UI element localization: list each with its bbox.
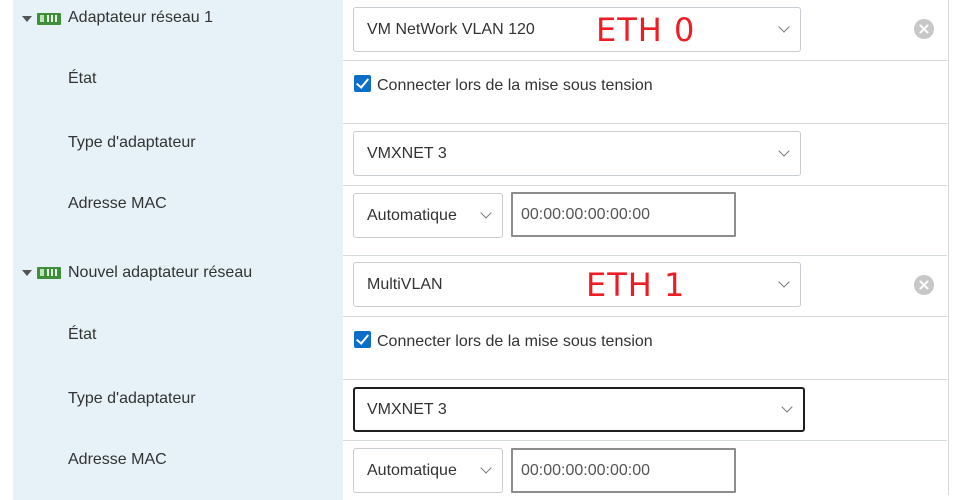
label-column [13,440,343,500]
network-select-value: MultiVLAN [367,276,443,293]
caret-down-icon[interactable] [22,270,32,276]
adapter-type-label: Type d'adaptateur [68,134,196,151]
adapter-2-type-row: Type d'adaptateur VMXNET 3 [13,379,947,441]
label-column [13,316,343,379]
connect-at-power-on-label[interactable]: Connecter lors de la mise sous tension [377,333,653,351]
mac-mode-value: Automatique [367,462,457,479]
adapter-2-type-select[interactable]: VMXNET 3 [353,387,805,432]
adapter-2-network-select[interactable]: MultiVLAN [353,262,801,307]
adapter-2-state-row: État Connecter lors de la mise sous tens… [13,316,947,380]
caret-down-icon[interactable] [22,16,32,22]
remove-icon[interactable] [914,275,934,295]
connect-at-power-on-checkbox[interactable] [354,331,371,348]
adapter-type-value: VMXNET 3 [367,401,447,418]
adapter-1-type-select[interactable]: VMXNET 3 [353,131,801,176]
label-column [13,123,343,185]
chevron-down-icon [781,401,793,413]
mac-mode-select[interactable]: Automatique [353,193,503,238]
state-label: État [68,70,97,87]
adapter-1-row: Adaptateur réseau 1 VM NetWork VLAN 120 … [13,0,947,61]
network-card-icon [37,13,61,25]
label-column [13,379,343,440]
label-column [13,185,343,255]
adapter-2-row: Nouvel adaptateur réseau MultiVLAN ETH 1 [13,255,947,317]
adapter-type-label: Type d'adaptateur [68,390,196,407]
adapter-1-mac-row: Adresse MAC Automatique [13,185,947,256]
label-column [13,60,343,123]
adapter-1-title: Adaptateur réseau 1 [68,9,213,26]
eth0-annotation: ETH 0 [596,11,696,49]
mac-mode-select[interactable]: Automatique [353,448,503,493]
remove-icon[interactable] [914,19,934,39]
chevron-down-icon [480,462,492,474]
connect-at-power-on-checkbox[interactable] [354,75,371,92]
adapter-1-network-select[interactable]: VM NetWork VLAN 120 [353,7,801,52]
mac-mode-value: Automatique [367,207,457,224]
adapter-2-title: Nouvel adaptateur réseau [68,264,253,281]
adapter-1-state-row: État Connecter lors de la mise sous tens… [13,60,947,124]
mac-address-label: Adresse MAC [68,451,167,468]
adapter-type-value: VMXNET 3 [367,145,447,162]
mac-address-label: Adresse MAC [68,195,167,212]
chevron-down-icon [778,276,790,288]
mac-address-input[interactable] [511,192,736,237]
chevron-down-icon [778,21,790,33]
adapter-2-mac-row: Adresse MAC Automatique [13,440,947,500]
mac-address-input[interactable] [511,448,736,493]
state-label: État [68,326,97,343]
chevron-down-icon [480,207,492,219]
adapter-1-type-row: Type d'adaptateur VMXNET 3 [13,123,947,186]
chevron-down-icon [778,145,790,157]
network-card-icon [37,267,61,279]
connect-at-power-on-label[interactable]: Connecter lors de la mise sous tension [377,77,653,95]
network-select-value: VM NetWork VLAN 120 [367,21,535,38]
eth1-annotation: ETH 1 [586,266,686,304]
